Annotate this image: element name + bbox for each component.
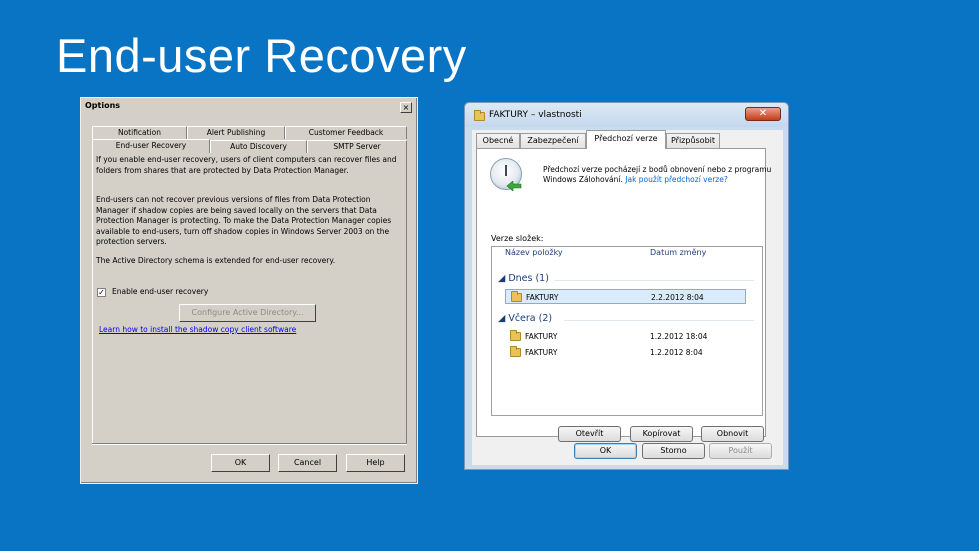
enable-recovery-checkbox[interactable]: ✓ [97,288,106,297]
group-header-yesterday[interactable]: ◢ Včera (2) [498,313,552,324]
help-button[interactable]: Help [346,454,405,472]
versions-list[interactable]: Název položky Datum změny ◢ Dnes (1) FAK… [491,246,763,416]
column-header-date[interactable]: Datum změny [650,248,706,257]
list-item[interactable]: FAKTURY 1.2.2012 18:04 [505,329,746,344]
apply-button[interactable]: Použít [709,443,772,459]
tab-customer-feedback[interactable]: Customer Feedback [285,126,407,139]
tab-obecne[interactable]: Obecné [476,133,520,148]
enable-recovery-label: Enable end-user recovery [112,287,209,296]
slide-title: End-user Recovery [56,29,467,82]
properties-body: Obecné Zabezpečení Předchozí verze Přizp… [472,130,783,465]
cancel-button[interactable]: Cancel [278,454,337,472]
folder-icon [510,330,521,341]
options-titlebar: Options × [83,100,415,115]
list-item[interactable]: FAKTURY 2.2.2012 8:04 [505,289,746,304]
shadow-copy-client-link[interactable]: Learn how to install the shadow copy cli… [99,325,296,334]
ok-button[interactable]: OK [574,443,637,459]
previous-versions-description: Předchozí verze pocházejí z bodů obnoven… [543,165,773,185]
folder-icon [510,346,521,357]
tab-zabezpeceni[interactable]: Zabezpečení [520,133,586,148]
item-date: 1.2.2012 8:04 [650,348,703,357]
item-name: FAKTURY [525,348,558,357]
group-label: Dnes (1) [508,273,549,284]
folder-icon [474,110,485,121]
tab-predchozi-verze[interactable]: Předchozí verze [586,130,666,149]
folder-properties-dialog: FAKTURY – vlastnosti ✕ Obecné Zabezpečen… [464,102,789,470]
close-icon[interactable]: × [400,102,412,113]
options-dialog: Options × Notification Alert Publishing … [80,97,418,484]
ok-button[interactable]: OK [211,454,270,472]
column-header-name[interactable]: Název položky [505,248,563,257]
paragraph-schema: The Active Directory schema is extended … [96,256,336,265]
restore-clock-icon [490,158,522,191]
item-date: 1.2.2012 18:04 [650,332,708,341]
group-header-today[interactable]: ◢ Dnes (1) [498,273,549,284]
options-title: Options [85,101,121,110]
paragraph-shadow-copies: End-users can not recover previous versi… [96,195,392,246]
item-name: FAKTURY [526,293,559,302]
list-item[interactable]: FAKTURY 1.2.2012 8:04 [505,345,746,360]
close-icon[interactable]: ✕ [745,107,781,121]
group-label: Včera (2) [508,313,553,324]
restore-button[interactable]: Obnovit [701,426,764,442]
copy-button[interactable]: Kopírovat [630,426,693,442]
previous-versions-panel: Předchozí verze pocházejí z bodů obnoven… [476,148,771,442]
folder-icon [511,291,522,302]
properties-titlebar: FAKTURY – vlastnosti ✕ [465,103,788,127]
tab-alert-publishing[interactable]: Alert Publishing [187,126,285,139]
configure-ad-button[interactable]: Configure Active Directory... [179,304,316,322]
green-arrow-icon [506,181,522,191]
tab-end-user-recovery[interactable]: End-user Recovery [92,139,210,153]
divider [92,443,407,445]
group-divider [564,320,754,321]
open-button[interactable]: Otevřít [558,426,621,442]
tab-auto-discovery[interactable]: Auto Discovery [210,140,307,153]
group-divider [554,280,754,281]
item-date: 2.2.2012 8:04 [651,293,704,302]
item-name: FAKTURY [525,332,558,341]
tab-prizpusobit[interactable]: Přizpůsobit [666,133,720,148]
folder-versions-label: Verze složek: [491,234,544,243]
cancel-button[interactable]: Storno [642,443,705,459]
properties-title: FAKTURY – vlastnosti [489,110,582,120]
how-to-use-link[interactable]: Jak použít předchozí verze? [625,175,728,184]
tab-smtp-server[interactable]: SMTP Server [307,140,407,153]
tab-notification[interactable]: Notification [92,126,187,139]
paragraph-enable-info: If you enable end-user recovery, users o… [96,155,397,175]
